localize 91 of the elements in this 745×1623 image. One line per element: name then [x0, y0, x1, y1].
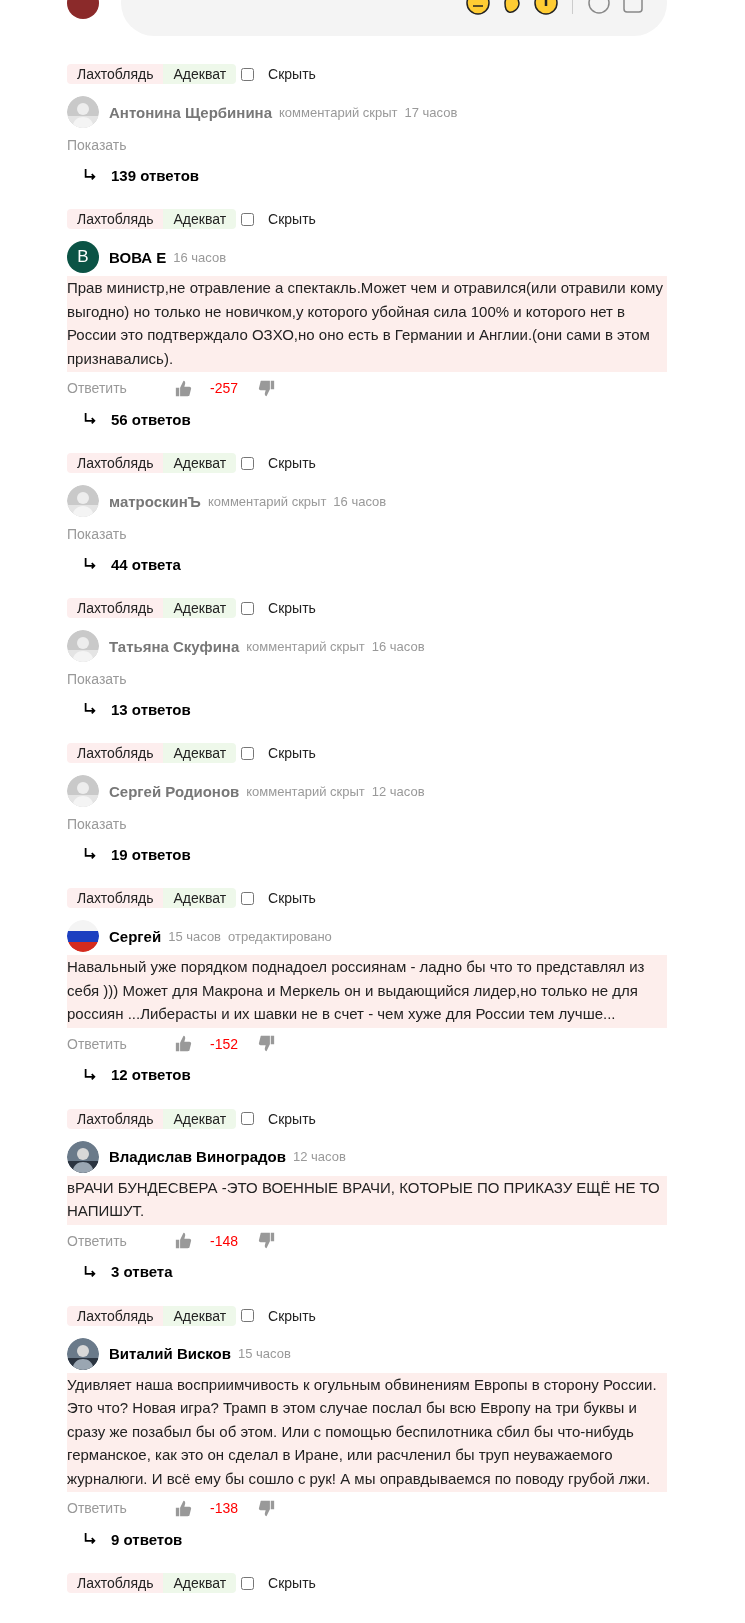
thumbs-up-icon[interactable]	[175, 379, 192, 397]
thumbs-down-icon[interactable]	[258, 1499, 276, 1517]
comment-time: 16 часов	[173, 249, 227, 265]
reply-arrow-icon	[83, 702, 97, 716]
reply-arrow-icon	[83, 1264, 97, 1279]
tag-label[interactable]: Лахтоблядь	[67, 1305, 164, 1326]
tag-label[interactable]: Адекват	[163, 598, 237, 618]
reply-arrow-icon	[83, 1067, 97, 1082]
hidden-status: комментарий скрыт	[279, 104, 398, 120]
hidden-status: комментарий скрыт	[246, 783, 365, 799]
reply-arrow-icon	[83, 1532, 97, 1546]
flag-avatar[interactable]	[67, 920, 99, 952]
thumbs-down-icon[interactable]	[258, 379, 276, 397]
hide-checkbox[interactable]	[241, 1576, 255, 1590]
hide-checkbox[interactable]	[241, 456, 255, 470]
comment-time: 16 часов	[333, 493, 387, 509]
comment-time: 15 часов	[238, 1346, 291, 1361]
hide-label[interactable]: Скрыть	[268, 1110, 316, 1127]
tag-label[interactable]: Лахтоблядь	[67, 598, 164, 618]
comment-time: 17 часов	[404, 104, 458, 120]
author-name[interactable]: Антонина Щербинина	[109, 103, 272, 121]
thumbs-down-icon[interactable]	[258, 1232, 276, 1249]
replies-link[interactable]: 13 ответов	[111, 700, 191, 718]
thumbs-up-icon[interactable]	[175, 1035, 192, 1052]
author-name[interactable]: Владислав Виноградов	[109, 1148, 286, 1165]
hide-checkbox[interactable]	[241, 1309, 255, 1322]
hide-checkbox[interactable]	[241, 1112, 255, 1125]
tag-label[interactable]: Лахтоблядь	[67, 1573, 164, 1593]
tag-label[interactable]: Адекват	[163, 64, 237, 84]
author-name[interactable]: Татьяна Скуфина	[109, 637, 240, 655]
hide-checkbox[interactable]	[241, 891, 255, 905]
comment-time: 12 часов	[293, 1149, 346, 1164]
comment-text: Прав министр,не отравление а спектакль.Может чем и отравился(или отравили кому выгодно) но только не новичком,у которого убойная сила 100% и которого нет в России это подтверждало ОЗХО,но оно есть в Германии и Англии.(они сами в этом признавались).	[67, 276, 667, 372]
comment-text: Навальный уже порядком поднадоел россиянам - ладно бы что то представлял из себя ))) Может для Макрона и Меркель он и выдающийся лидер,но только не для россиян ...Либерасты и их шавки не в счет - чем хуже для России тем лучше...	[67, 955, 667, 1028]
vote-score: -152	[210, 1035, 239, 1052]
tag-label[interactable]: Лахтоблядь	[67, 453, 164, 473]
tag-label[interactable]: Адекват	[163, 888, 237, 908]
hide-label[interactable]: Скрыть	[268, 66, 316, 82]
comment-time: 16 часов	[371, 638, 425, 654]
thumbs-up-icon[interactable]	[175, 1499, 192, 1517]
tag-label[interactable]: Лахтоблядь	[67, 743, 164, 763]
author-name[interactable]: Сергей Родионов	[109, 782, 240, 800]
hide-checkbox[interactable]	[241, 746, 255, 760]
replies-link[interactable]: 139 ответов	[111, 166, 200, 184]
hide-label[interactable]: Скрыть	[268, 600, 316, 616]
hidden-status: комментарий скрыт	[207, 493, 327, 509]
author-name[interactable]: матроскинЪ	[109, 492, 201, 510]
hide-checkbox[interactable]	[241, 212, 255, 226]
vote-score: -148	[210, 1232, 239, 1249]
vote-score: -138	[210, 1500, 239, 1516]
replies-link[interactable]: 9 ответов	[111, 1530, 183, 1548]
tag-label[interactable]: Адекват	[163, 209, 237, 229]
replies-link[interactable]: 12 ответов	[111, 1066, 191, 1083]
hidden-status: комментарий скрыт	[246, 638, 365, 654]
tag-label[interactable]: Адекват	[163, 453, 237, 473]
tag-label[interactable]: Лахтоблядь	[67, 209, 164, 229]
tag-label[interactable]: Адекват	[163, 1305, 237, 1326]
hide-label[interactable]: Скрыть	[268, 455, 316, 471]
author-name[interactable]: Виталий Висков	[109, 1345, 231, 1362]
vote-score: -257	[210, 380, 239, 396]
reply-arrow-icon	[83, 557, 97, 571]
comment-text: вРАЧИ БУНДЕСВЕРА -ЭТО ВОЕННЫЕ ВРАЧИ, КОТОРЫЕ ПО ПРИКАЗУ ЕЩЁ НЕ ТО НАПИШУТ.	[67, 1175, 667, 1225]
tag-label[interactable]: Лахтоблядь	[67, 1108, 164, 1129]
thumbs-up-icon[interactable]	[175, 1232, 192, 1249]
author-name[interactable]: Сергей	[109, 927, 162, 945]
hide-label[interactable]: Скрыть	[268, 745, 316, 761]
tag-label[interactable]: Адекват	[163, 743, 237, 763]
thumbs-down-icon[interactable]	[258, 1035, 276, 1052]
hide-label[interactable]: Скрыть	[268, 890, 316, 906]
replies-link[interactable]: 3 ответа	[111, 1263, 173, 1280]
tag-label[interactable]: Лахтоблядь	[67, 888, 164, 908]
author-name[interactable]: ВОВА Е	[109, 248, 167, 266]
hide-label[interactable]: Скрыть	[268, 1307, 316, 1324]
edited-label: отредактировано	[228, 928, 332, 944]
hide-checkbox[interactable]	[241, 601, 255, 615]
tag-label[interactable]: Адекват	[163, 1573, 237, 1593]
comment-text: Удивляет наша восприимчивость к огульным обвинениям Европы в сторону России. Это что? Новая игра? Трамп в этом случае послал бы всю Европу на три буквы и сразу же позабыл бы об этом. Или с помощью беспилотника сбил бы что-нибудь германское, как это он сделал в Иране, или расчленил бы труп неуважаемого журналюги. И всё ему бы сошло с рук! А мы оправдываемся по поводу грубой лжи.	[67, 1372, 667, 1492]
tag-label[interactable]: Адекват	[163, 1108, 237, 1129]
replies-link[interactable]: 19 ответов	[111, 845, 191, 863]
tag-label[interactable]: Лахтоблядь	[67, 64, 164, 84]
comment-time: 12 часов	[371, 783, 425, 799]
hide-label[interactable]: Скрыть	[268, 211, 316, 227]
reply-arrow-icon	[83, 412, 97, 426]
replies-link[interactable]: 56 ответов	[111, 410, 191, 428]
avatar[interactable]: В	[67, 241, 99, 273]
hide-checkbox[interactable]	[241, 67, 255, 81]
hide-label[interactable]: Скрыть	[268, 1575, 316, 1591]
reply-arrow-icon	[83, 847, 97, 861]
reply-arrow-icon	[83, 168, 97, 182]
comment-time: 15 часов	[168, 928, 221, 944]
replies-link[interactable]: 44 ответа	[111, 555, 181, 573]
